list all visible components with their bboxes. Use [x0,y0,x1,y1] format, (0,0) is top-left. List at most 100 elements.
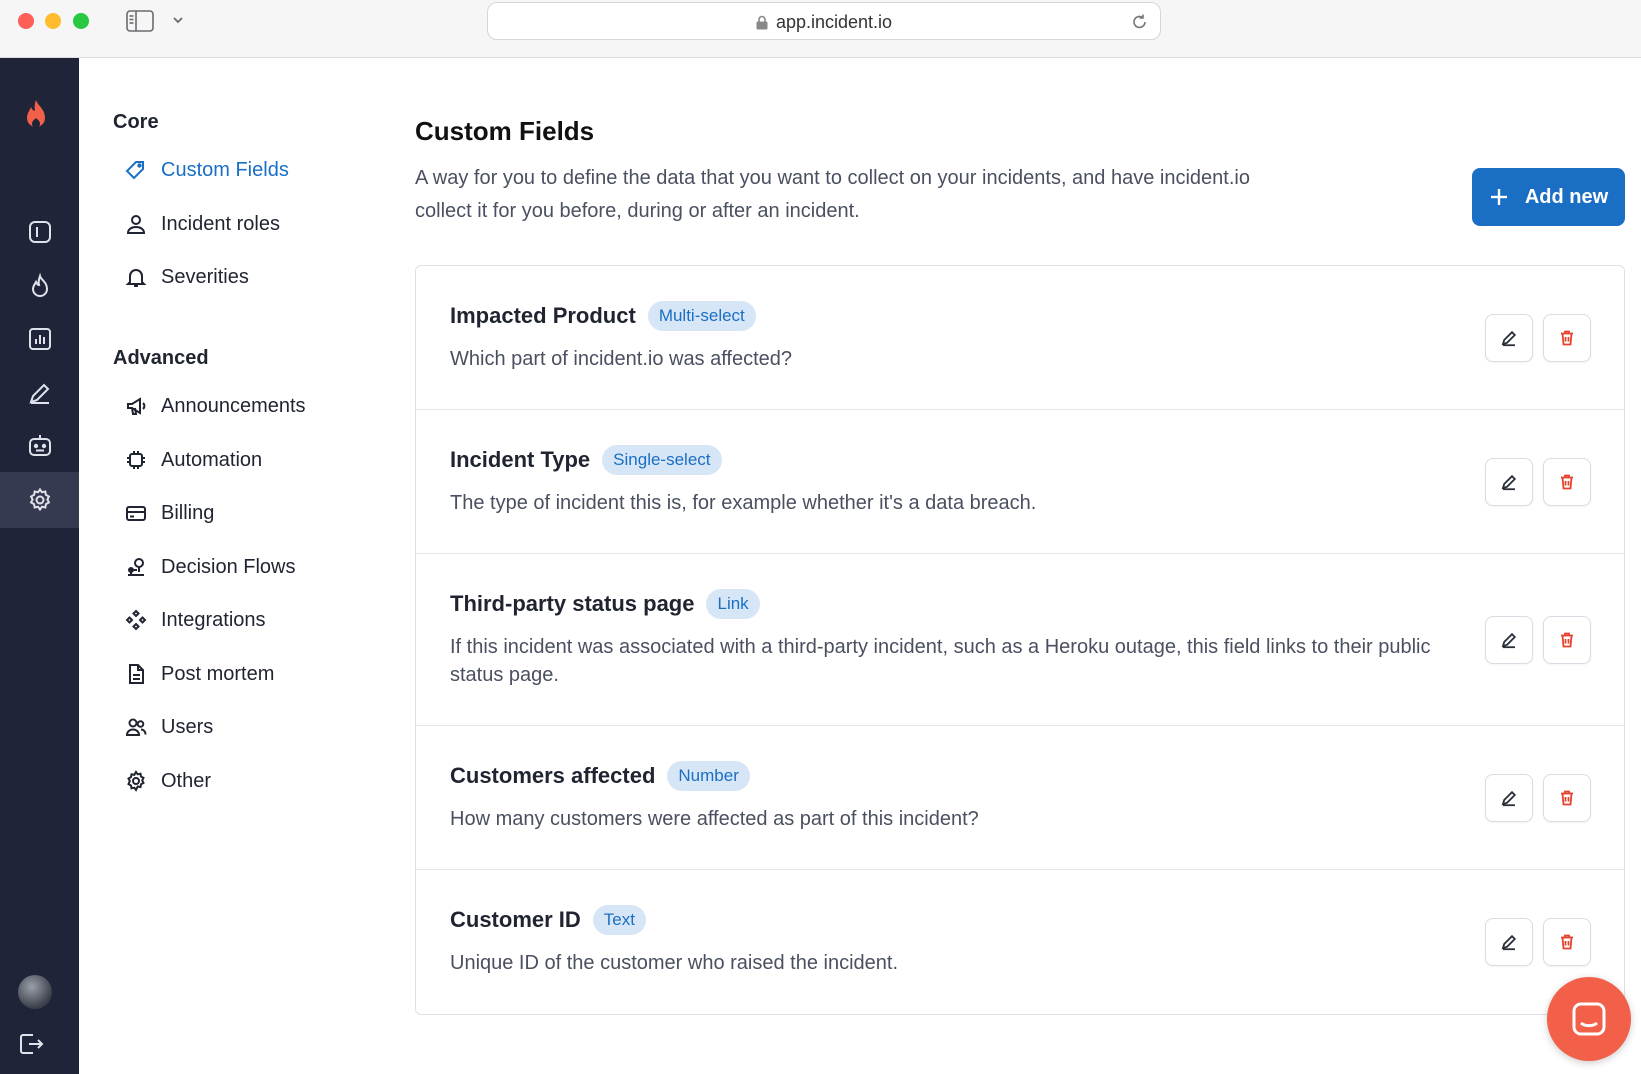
edit-field-button[interactable] [1485,616,1533,664]
field-type-badge: Link [706,589,760,619]
field-description: The type of incident this is, for exampl… [450,492,1037,514]
rail-settings-button[interactable] [0,472,79,528]
field-description: How many customers were affected as part… [450,808,979,830]
chip-icon [125,449,147,471]
field-type-badge: Multi-select [647,301,756,331]
chart-icon [28,328,51,350]
chevron-down-icon[interactable] [172,14,184,26]
maximize-window-button[interactable] [73,13,89,29]
minimize-window-button[interactable] [45,13,61,29]
edit-field-button[interactable] [1485,314,1533,362]
rail-insights-button[interactable] [0,311,79,367]
flame-icon [31,273,48,297]
field-name: Customer ID [450,907,581,932]
nav-item-label: Custom Fields [161,158,289,181]
trash-icon [1561,790,1573,806]
nav-item-incident-roles[interactable]: Incident roles [125,208,280,240]
bell-icon [125,266,147,288]
reload-icon[interactable] [1131,13,1148,30]
rail-incidents-button[interactable] [0,258,79,314]
url-text: app.incident.io [775,12,893,32]
field-row: Customer ID Text Unique ID of the custom… [416,870,1624,1014]
field-name: Incident Type [450,447,591,472]
edit-field-button[interactable] [1485,458,1533,506]
close-window-button[interactable] [18,13,34,29]
field-description: Unique ID of the customer who raised the… [450,952,899,974]
tag-icon [125,159,147,181]
nav-item-label: Incident roles [161,212,280,235]
nav-item-automation[interactable]: Automation [125,444,262,476]
nav-item-label: Post mortem [161,662,275,685]
logout-icon[interactable] [17,1030,45,1058]
nav-item-label: Automation [161,448,263,471]
megaphone-icon [125,395,147,417]
nav-item-label: Decision Flows [161,555,296,578]
pencil-icon [1501,330,1517,347]
app-rail [0,58,79,1074]
field-row: Incident Type Single-select The type of … [416,410,1624,554]
delete-field-button[interactable] [1543,918,1591,966]
delete-field-button[interactable] [1543,314,1591,362]
nav-heading-advanced: Advanced [113,347,209,369]
dashboard-icon [28,221,51,243]
page-description: A way for you to define the data that yo… [415,167,1250,222]
trash-icon [1561,934,1573,950]
document-icon [125,663,147,685]
cog-icon [125,770,147,792]
edit-field-button[interactable] [1485,774,1533,822]
nav-item-label: Users [161,715,214,738]
nav-item-label: Announcements [161,394,306,417]
field-row: Customers affected Number How many custo… [416,726,1624,870]
rail-workflows-button[interactable] [0,418,79,474]
nav-item-other[interactable]: Other [125,765,211,797]
delete-field-button[interactable] [1543,774,1591,822]
field-name: Impacted Product [450,303,636,328]
pencil-icon [1501,632,1517,649]
field-type-badge: Single-select [602,445,722,475]
browser-chrome: app.incident.io [0,0,1641,58]
avatar[interactable] [18,975,52,1009]
trash-icon [1561,330,1573,346]
nav-item-label: Other [161,769,212,792]
credit-card-icon [125,502,147,524]
gear-icon [29,487,50,512]
edit-field-button[interactable] [1485,918,1533,966]
nav-item-announcements[interactable]: Announcements [125,390,306,422]
pencil-icon [1501,474,1517,491]
nav-item-integrations[interactable]: Integrations [125,604,266,636]
field-type-badge: Text [592,905,646,935]
field-description: If this incident was associated with a t… [450,636,1431,686]
field-name: Customers affected [450,763,656,788]
incident-io-logo-icon[interactable] [20,98,52,134]
delete-field-button[interactable] [1543,458,1591,506]
field-name: Third-party status page [450,591,695,616]
nav-item-label: Integrations [161,608,266,631]
nav-item-label: Severities [161,265,249,288]
sidebar-toggle-icon[interactable] [126,10,154,32]
chat-launcher-button[interactable] [1547,977,1631,1061]
nav-item-severities[interactable]: Severities [125,261,249,293]
rail-dashboard-button[interactable] [0,204,79,260]
nav-heading-core: Core [113,111,159,133]
nav-item-billing[interactable]: Billing [125,497,214,529]
nav-item-custom-fields[interactable]: Custom Fields [125,154,289,186]
page-title: Custom Fields [415,116,595,146]
nav-item-users[interactable]: Users [125,711,213,743]
lock-icon [756,15,768,30]
pencil-icon [1501,790,1517,807]
delete-field-button[interactable] [1543,616,1591,664]
address-bar[interactable]: app.incident.io [487,2,1161,40]
nav-item-post-mortem[interactable]: Post mortem [125,658,274,690]
settings-nav: Core Custom Fields Incident roles Severi… [79,58,379,1074]
rail-postmortems-button[interactable] [0,365,79,421]
robot-icon [28,435,51,456]
add-new-label: Add new [1524,185,1609,208]
nav-item-decision-flows[interactable]: Decision Flows [125,551,295,583]
pencil-icon [1501,934,1517,951]
field-description: Which part of incident.io was affected? [450,348,793,370]
user-icon [125,213,147,235]
nav-item-label: Billing [161,501,215,524]
add-new-button[interactable]: Add new [1472,168,1625,226]
field-row: Impacted Product Multi-select Which part… [416,266,1624,410]
trash-icon [1561,474,1573,490]
